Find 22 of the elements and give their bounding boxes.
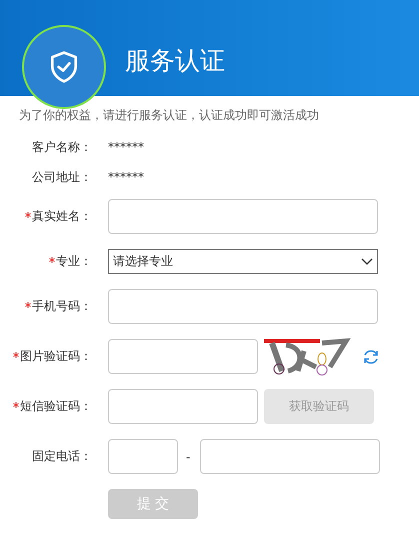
input-field[interactable]	[108, 199, 378, 234]
field-label: 短信验证码：	[20, 398, 92, 415]
field-label: 真实姓名：	[32, 208, 92, 225]
field-label: 公司地址：	[32, 168, 92, 186]
input-field[interactable]	[108, 439, 178, 474]
field-label: 客户名称：	[32, 138, 92, 156]
page-title: 服务认证	[125, 45, 225, 77]
field-value: ******	[108, 170, 144, 184]
field-label: 手机号码：	[32, 298, 92, 315]
separator-text: -	[186, 450, 190, 464]
notice-text: 为了你的权益，请进行服务认证，认证成功即可激活成功	[19, 107, 320, 124]
chevron-icon	[361, 258, 373, 266]
field-label: 图片验证码：	[20, 348, 92, 365]
field-label: 专业：	[56, 253, 92, 270]
field-value: ******	[108, 140, 144, 154]
input-field[interactable]	[108, 339, 258, 374]
select-field[interactable]: 请选择专业	[108, 249, 378, 274]
input-field[interactable]	[108, 389, 258, 424]
input-field[interactable]	[200, 439, 380, 474]
input-field[interactable]	[108, 289, 378, 324]
refresh-icon[interactable]	[362, 348, 380, 366]
field-label: 固定电话：	[32, 448, 92, 465]
